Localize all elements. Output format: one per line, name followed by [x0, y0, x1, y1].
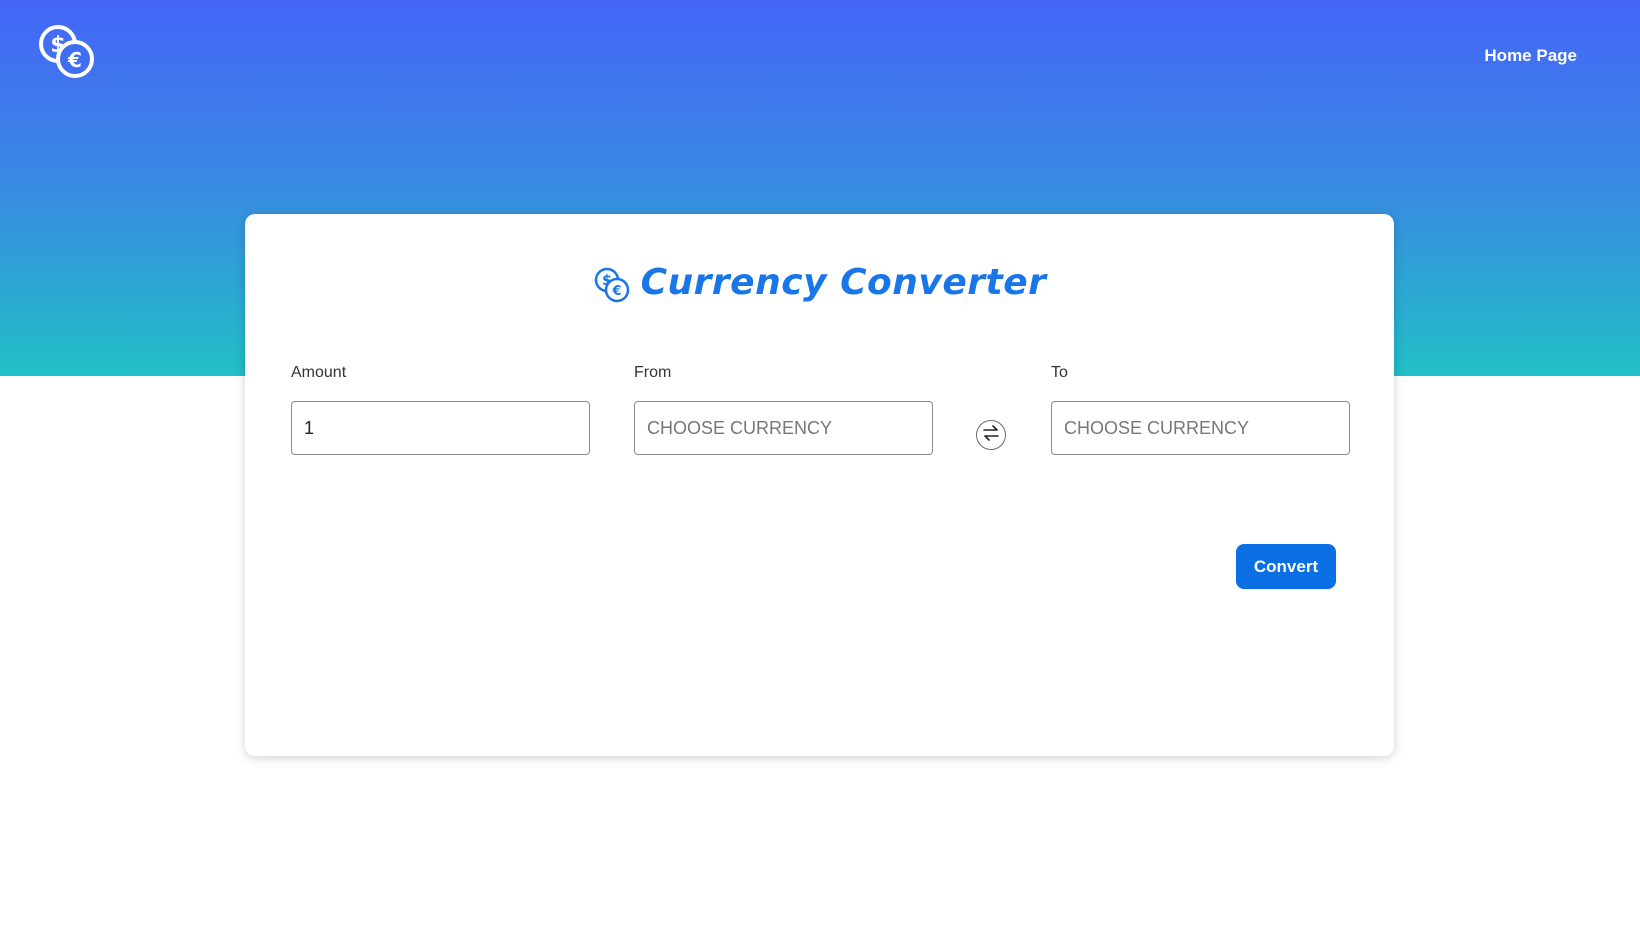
dollar-euro-coins-icon: $ €: [593, 266, 631, 304]
convert-button[interactable]: Convert: [1236, 544, 1336, 589]
from-label: From: [634, 364, 672, 381]
title-text: Currency Converter: [640, 261, 1047, 303]
from-currency-input[interactable]: [634, 401, 933, 455]
swap-arrows-icon: [982, 424, 1000, 446]
to-label: To: [1051, 364, 1068, 381]
dollar-euro-coins-icon[interactable]: $ €: [38, 24, 100, 82]
swap-currencies-button[interactable]: [976, 420, 1006, 450]
page-title: $ € Currency Converter: [245, 260, 1394, 304]
svg-text:€: €: [611, 284, 621, 299]
converter-card: $ € Currency Converter Amount From To Co…: [245, 214, 1394, 756]
to-currency-input[interactable]: [1051, 401, 1350, 455]
svg-text:€: €: [67, 48, 82, 72]
home-page-link[interactable]: Home Page: [1484, 46, 1577, 66]
amount-label: Amount: [291, 364, 347, 381]
amount-input[interactable]: [291, 401, 590, 455]
